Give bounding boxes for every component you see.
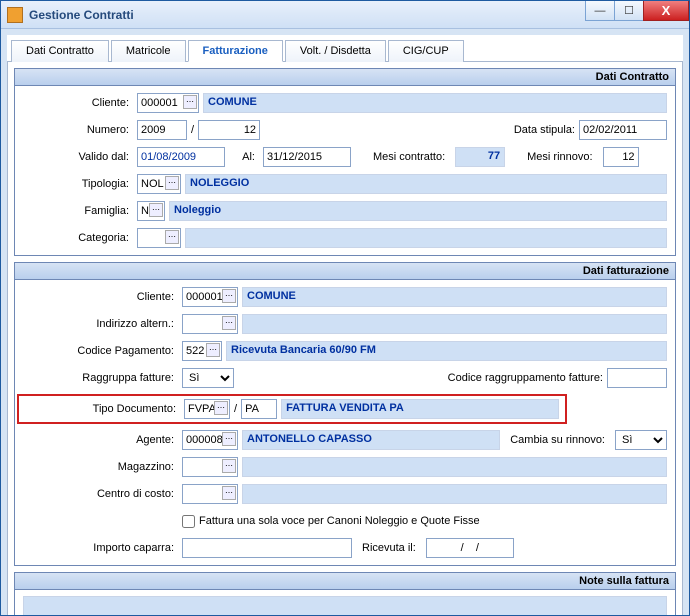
centro-costo-lookup-icon[interactable]: ⋯	[222, 486, 236, 500]
cliente-lookup-icon[interactable]: ⋯	[183, 95, 197, 109]
tab-fatturazione[interactable]: Fatturazione	[188, 40, 283, 62]
label-al: Al:	[229, 151, 259, 163]
pagamento-lookup-icon[interactable]: ⋯	[206, 343, 220, 357]
fattura-sola-voce-checkbox[interactable]	[182, 515, 195, 528]
codice-ragg-input[interactable]	[607, 368, 667, 388]
magazzino-lookup-icon[interactable]: ⋯	[222, 459, 236, 473]
maximize-button[interactable]: ☐	[614, 1, 644, 21]
cliente-name-display: COMUNE	[203, 93, 667, 113]
minimize-button[interactable]: —	[585, 1, 615, 21]
section-header-fatturazione: Dati fatturazione	[15, 263, 675, 280]
tipo-doc-name-display: FATTURA VENDITA PA	[281, 399, 559, 419]
tipo-doc-lookup-icon[interactable]: ⋯	[214, 401, 228, 415]
window-title: Gestione Contratti	[29, 8, 134, 22]
section-note-fattura: Note sulla fattura	[14, 572, 676, 616]
section-dati-fatturazione: Dati fatturazione Cliente: ⋯ COMUNE Indi…	[14, 262, 676, 566]
agente-name-display: ANTONELLO CAPASSO	[242, 430, 500, 450]
categoria-name-display	[185, 228, 667, 248]
label-numero: Numero:	[23, 124, 133, 136]
label-famiglia: Famiglia:	[23, 205, 133, 217]
famiglia-lookup-icon[interactable]: ⋯	[149, 203, 163, 217]
label-valido-dal: Valido dal:	[23, 151, 133, 163]
fatt-cliente-name-display: COMUNE	[242, 287, 667, 307]
ricevuta-il-input[interactable]	[426, 538, 514, 558]
label-ricevuta-il: Ricevuta il:	[356, 542, 422, 554]
numero-seq-input[interactable]	[198, 120, 260, 140]
label-cambia-rinnovo: Cambia su rinnovo:	[504, 434, 611, 446]
famiglia-name-display: Noleggio	[169, 201, 667, 221]
label-mesi-contratto: Mesi contratto:	[355, 151, 451, 163]
tab-content: Dati Contratto Cliente: ⋯ COMUNE Numero:…	[7, 62, 683, 616]
app-icon	[7, 7, 23, 23]
indirizzo-lookup-icon[interactable]: ⋯	[222, 316, 236, 330]
label-indirizzo-altern: Indirizzo altern.:	[23, 318, 178, 330]
magazzino-name-display	[242, 457, 667, 477]
section-header-contratto: Dati Contratto	[15, 69, 675, 86]
label-tipo-documento: Tipo Documento:	[25, 403, 180, 415]
numero-anno-input[interactable]	[137, 120, 187, 140]
tab-bar: Dati Contratto Matricole Fatturazione Vo…	[7, 35, 683, 62]
tab-matricole[interactable]: Matricole	[111, 40, 186, 62]
tipologia-name-display: NOLEGGIO	[185, 174, 667, 194]
fatt-cliente-lookup-icon[interactable]: ⋯	[222, 289, 236, 303]
titlebar[interactable]: Gestione Contratti — ☐ X	[1, 1, 689, 29]
tipologia-lookup-icon[interactable]: ⋯	[165, 176, 179, 190]
label-fatt-cliente: Cliente:	[23, 291, 178, 303]
cambia-rinnovo-select[interactable]: Sì	[615, 430, 667, 450]
app-window: Gestione Contratti — ☐ X Dati Contratto …	[0, 0, 690, 616]
window-body: Dati Contratto Matricole Fatturazione Vo…	[1, 29, 689, 616]
categoria-lookup-icon[interactable]: ⋯	[165, 230, 179, 244]
indirizzo-name-display	[242, 314, 667, 334]
label-centro-costo: Centro di costo:	[23, 488, 178, 500]
label-raggruppa: Raggruppa fatture:	[23, 372, 178, 384]
tipo-doc-sub-input[interactable]	[241, 399, 277, 419]
tab-dati-contratto[interactable]: Dati Contratto	[11, 40, 109, 62]
agente-lookup-icon[interactable]: ⋯	[222, 432, 236, 446]
slash-sep: /	[191, 124, 194, 136]
slash-sep2: /	[234, 403, 237, 415]
tab-volt-disdetta[interactable]: Volt. / Disdetta	[285, 40, 386, 62]
centro-costo-name-display	[242, 484, 667, 504]
label-importo-caparra: Importo caparra:	[23, 542, 178, 554]
label-agente: Agente:	[23, 434, 178, 446]
pagamento-name-display: Ricevuta Bancaria 60/90 FM	[226, 341, 667, 361]
al-input[interactable]	[263, 147, 351, 167]
close-button[interactable]: X	[643, 1, 689, 21]
label-cliente: Cliente:	[23, 97, 133, 109]
mesi-contratto-display: 77	[455, 147, 505, 167]
label-fattura-sola-voce: Fattura una sola voce per Canoni Noleggi…	[199, 515, 480, 527]
section-header-note: Note sulla fattura	[15, 573, 675, 590]
label-tipologia: Tipologia:	[23, 178, 133, 190]
label-data-stipula: Data stipula:	[514, 124, 575, 136]
note-textarea[interactable]	[23, 596, 667, 616]
window-buttons: — ☐ X	[586, 1, 689, 21]
raggruppa-select[interactable]: Sì	[182, 368, 234, 388]
importo-caparra-input[interactable]	[182, 538, 352, 558]
data-stipula-input[interactable]	[579, 120, 667, 140]
mesi-rinnovo-input[interactable]	[603, 147, 639, 167]
label-codice-ragg: Codice raggruppamento fatture:	[448, 372, 603, 384]
label-codice-pagamento: Codice Pagamento:	[23, 345, 178, 357]
label-magazzino: Magazzino:	[23, 461, 178, 473]
label-categoria: Categoria:	[23, 232, 133, 244]
tab-cig-cup[interactable]: CIG/CUP	[388, 40, 464, 62]
valido-dal-input[interactable]	[137, 147, 225, 167]
section-dati-contratto: Dati Contratto Cliente: ⋯ COMUNE Numero:…	[14, 68, 676, 256]
label-mesi-rinnovo: Mesi rinnovo:	[509, 151, 598, 163]
